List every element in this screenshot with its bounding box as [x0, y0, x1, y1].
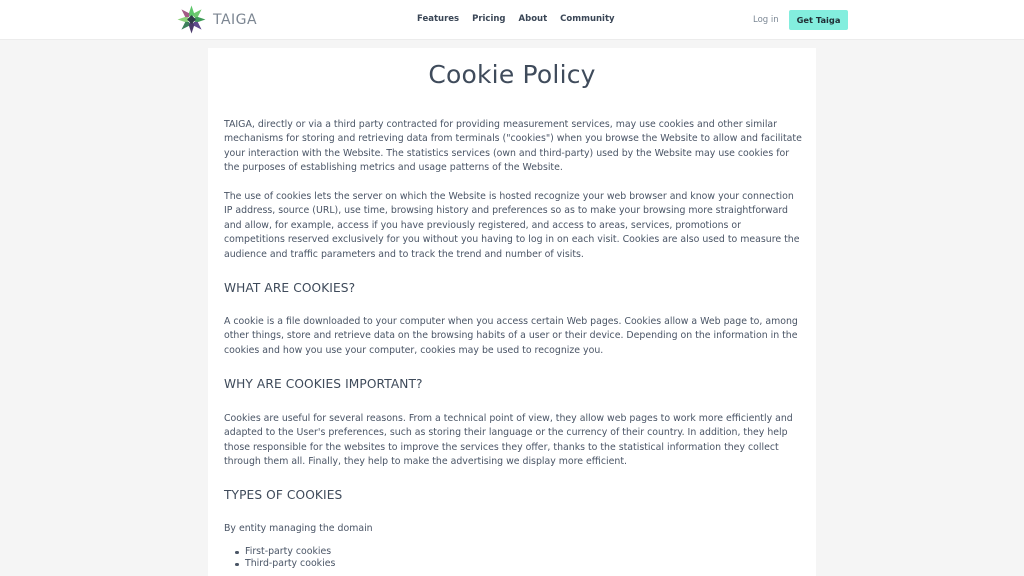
why-important-paragraph: Cookies are useful for several reasons. … [224, 413, 793, 468]
taiga-logo-icon [177, 5, 206, 34]
section-heading-what-are-cookies: WHAT ARE COOKIES? [224, 281, 356, 295]
nav-link-pricing[interactable]: Pricing [472, 14, 505, 24]
section-heading-why-important: WHY ARE COOKIES IMPORTANT? [224, 377, 423, 391]
main-nav: Features Pricing About Community [417, 14, 615, 24]
list-item: Third-party cookies [234, 558, 336, 569]
logo-text: TAIGA [213, 11, 258, 28]
intro-paragraph-2: The use of cookies lets the server on wh… [224, 191, 800, 260]
page-title: Cookie Policy [428, 60, 596, 89]
entity-cookie-list: First-party cookies Third-party cookies [234, 546, 336, 570]
nav-link-community[interactable]: Community [560, 14, 614, 24]
get-taiga-button[interactable]: Get Taiga [789, 10, 848, 30]
top-navigation-bar: TAIGA Features Pricing About Community L… [0, 0, 1024, 40]
nav-link-about[interactable]: About [519, 14, 548, 24]
nav-link-features[interactable]: Features [417, 14, 459, 24]
list-item: First-party cookies [234, 546, 335, 558]
what-are-cookies-paragraph: A cookie is a file downloaded to your co… [224, 316, 798, 356]
section-heading-types: TYPES OF COOKIES [224, 488, 343, 502]
login-link[interactable]: Log in [753, 15, 779, 25]
intro-paragraph-1: TAIGA, directly or via a third party con… [224, 119, 802, 174]
entity-label: By entity managing the domain [224, 523, 373, 534]
logo-link[interactable]: TAIGA [176, 4, 257, 35]
